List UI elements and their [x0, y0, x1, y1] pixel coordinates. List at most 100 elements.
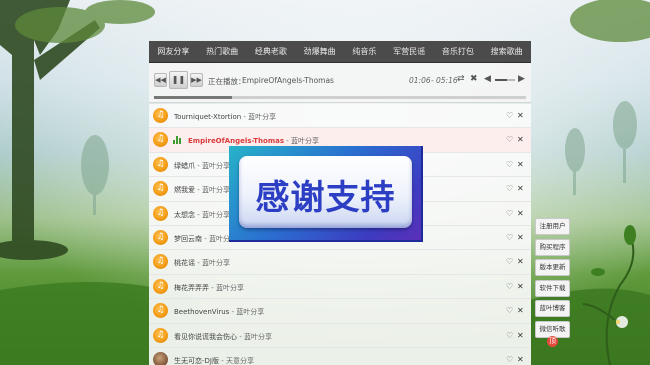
- song-title: EmpireOfAngels-Thomas: [188, 137, 285, 146]
- music-note-icon: ♫: [153, 181, 168, 197]
- song-separator: -: [284, 137, 292, 146]
- music-note-icon: ♫: [153, 108, 168, 123]
- nav-item-pure-music[interactable]: 纯音乐: [344, 41, 385, 63]
- music-note-icon: ♫: [153, 156, 168, 172]
- close-icon[interactable]: ✕: [517, 257, 524, 266]
- software-download-button[interactable]: 软件下载: [535, 279, 570, 297]
- progress-bar[interactable]: [154, 96, 526, 99]
- wechat-listen-button[interactable]: 微信听歌: [535, 320, 570, 338]
- heart-icon[interactable]: ♡: [506, 257, 513, 266]
- shuffle-icon[interactable]: ⇄: [457, 74, 465, 84]
- song-title: 梦回云南: [174, 234, 202, 243]
- prev-icon[interactable]: ◀◀: [154, 73, 167, 87]
- volume-level: [495, 79, 507, 81]
- music-note-icon: ♫: [153, 229, 168, 245]
- close-icon[interactable]: ✕: [517, 209, 524, 218]
- heart-icon[interactable]: ♡: [506, 355, 513, 364]
- song-title: 梅花弄弄弄: [174, 283, 209, 292]
- music-note-icon: ♫: [153, 205, 168, 221]
- music-note-icon: ♫: [153, 303, 168, 319]
- now-playing-label: 正在播放：: [208, 77, 246, 86]
- volume-max-icon[interactable]: ▶: [518, 74, 525, 84]
- blog-button[interactable]: 蓝叶博客: [535, 300, 570, 317]
- song-row[interactable]: ♫ 梅花弄弄弄 - 蓝叶分享 ♡ ✕: [149, 275, 531, 300]
- song-artist: 蓝叶分享: [236, 308, 265, 317]
- nav-item-music-pack[interactable]: 音乐打包: [434, 41, 483, 63]
- heart-icon[interactable]: ♡: [506, 111, 513, 120]
- song-title: 看见你说谎我会伤心: [174, 332, 237, 341]
- song-label: 绿蜡爪 - 蓝叶分享: [174, 161, 230, 171]
- close-icon[interactable]: ✕: [517, 282, 524, 291]
- song-artist: 蓝叶分享: [243, 332, 272, 341]
- close-icon[interactable]: ✕: [517, 111, 524, 120]
- buy-program-button[interactable]: 购买程序: [535, 238, 570, 256]
- close-icon[interactable]: ✕: [517, 331, 524, 340]
- heart-icon[interactable]: ♡: [506, 209, 513, 218]
- song-artist: 蓝叶分享: [291, 137, 320, 146]
- music-note-icon: ♫: [153, 254, 168, 270]
- song-title: Tourniquet-Xtortion: [174, 113, 242, 121]
- close-icon[interactable]: ✕: [517, 160, 524, 169]
- loop-icon[interactable]: ✖: [470, 74, 478, 84]
- register-button[interactable]: 注册用户: [535, 218, 570, 235]
- close-icon[interactable]: ✕: [517, 355, 524, 364]
- heart-icon[interactable]: ♡: [506, 135, 513, 144]
- nav-item-share[interactable]: 网友分享: [149, 41, 198, 63]
- song-label: 梦回云南 - 蓝叶分享: [174, 234, 237, 244]
- song-artist: 天意分享: [225, 356, 254, 365]
- song-label: BeethovenVirus - 蓝叶分享: [174, 307, 264, 317]
- nav-item-military-folk[interactable]: 军营民谣: [385, 41, 434, 63]
- nav-item-classic[interactable]: 经典老歌: [247, 41, 296, 63]
- thanks-text: 感谢支持: [255, 178, 396, 218]
- category-nav: 网友分享 热门歌曲 经典老歌 劲爆舞曲 纯音乐 军营民谣 音乐打包 搜索歌曲: [149, 41, 531, 63]
- player-bar: ◀◀ ❚❚ ▶▶ 正在播放： EmpireOfAngels-Thomas 01:…: [149, 63, 531, 103]
- close-icon[interactable]: ✕: [517, 306, 524, 315]
- progress-fill: [154, 96, 233, 99]
- nav-item-dance[interactable]: 劲爆舞曲: [295, 41, 344, 63]
- song-row[interactable]: ♫ 看见你说谎我会伤心 - 蓝叶分享 ♡ ✕: [149, 324, 531, 348]
- heart-icon[interactable]: ♡: [506, 282, 513, 291]
- volume-icon[interactable]: ◀: [484, 74, 491, 84]
- thanks-overlay[interactable]: 感谢支持: [229, 146, 423, 242]
- heart-icon[interactable]: ♡: [506, 331, 513, 340]
- nav-item-hot[interactable]: 热门歌曲: [198, 41, 247, 63]
- song-artist: 蓝叶分享: [201, 210, 230, 219]
- song-row[interactable]: ♫ 生无可恋-DJ版 - 天意分享 ♡ ✕: [149, 348, 531, 365]
- time-current: 01:06: [409, 76, 431, 85]
- song-separator: -: [195, 186, 202, 195]
- song-row[interactable]: ♫ 桃花谣 - 蓝叶分享 ♡ ✕: [149, 250, 531, 275]
- close-icon[interactable]: ✕: [517, 184, 524, 193]
- pause-icon[interactable]: ❚❚: [169, 71, 188, 89]
- song-label: 太想念 - 蓝叶分享: [174, 210, 230, 220]
- close-icon[interactable]: ✕: [517, 233, 524, 242]
- song-label: 燃我爱 - 蓝叶分享: [174, 185, 230, 195]
- heart-icon[interactable]: ♡: [506, 306, 513, 315]
- back-to-top-button[interactable]: 顶: [547, 336, 558, 347]
- song-separator: -: [237, 332, 244, 341]
- song-label: 看见你说谎我会伤心 - 蓝叶分享: [174, 332, 272, 342]
- song-row[interactable]: ♫ BeethovenVirus - 蓝叶分享 ♡ ✕: [149, 299, 531, 324]
- next-icon[interactable]: ▶▶: [190, 73, 203, 87]
- playing-indicator-icon: [173, 136, 183, 145]
- music-note-icon: ♫: [153, 132, 168, 148]
- song-separator: -: [195, 259, 202, 268]
- heart-icon[interactable]: ♡: [506, 233, 513, 242]
- song-label: 桃花谣 - 蓝叶分享: [174, 258, 230, 268]
- song-row[interactable]: ♫ Tourniquet-Xtortion - 蓝叶分享 ♡ ✕: [149, 104, 531, 129]
- time-total: 05:16: [436, 76, 458, 85]
- volume-slider[interactable]: [495, 79, 515, 81]
- song-separator: -: [202, 234, 209, 243]
- music-note-icon: ♫: [153, 351, 168, 365]
- song-artist: 蓝叶分享: [201, 161, 230, 170]
- heart-icon[interactable]: ♡: [506, 160, 513, 169]
- version-update-button[interactable]: 版本更新: [535, 259, 570, 276]
- close-icon[interactable]: ✕: [517, 135, 524, 144]
- nav-item-search[interactable]: 搜索歌曲: [482, 41, 531, 63]
- song-label: Tourniquet-Xtortion - 蓝叶分享: [174, 112, 276, 122]
- time-separator: -: [431, 76, 434, 85]
- song-artist: 蓝叶分享: [201, 186, 230, 195]
- song-title: 燃我爱: [174, 186, 195, 195]
- song-artist: 蓝叶分享: [248, 113, 277, 121]
- music-note-icon: ♫: [153, 278, 168, 294]
- heart-icon[interactable]: ♡: [506, 184, 513, 193]
